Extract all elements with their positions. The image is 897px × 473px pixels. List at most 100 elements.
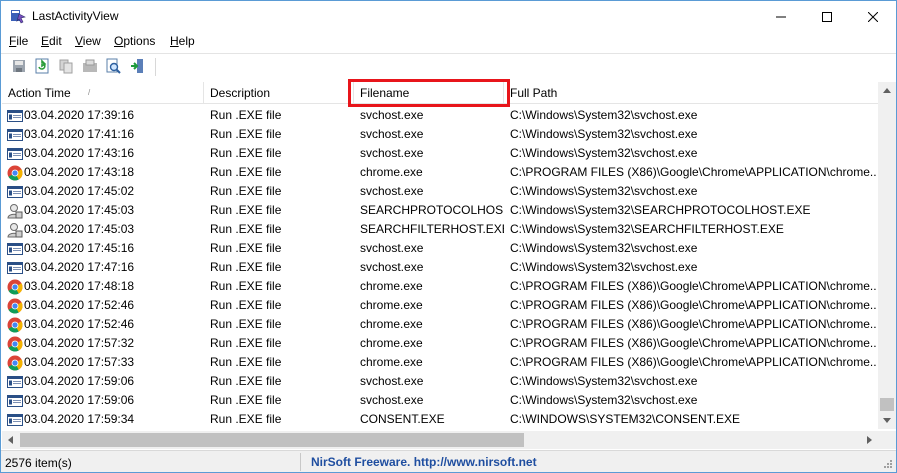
- table-row[interactable]: 03.04.2020 17:39:16 Run .EXE file svchost.…: [2, 106, 878, 125]
- scrollbar-corner: [878, 431, 896, 449]
- copy-icon: [58, 58, 74, 77]
- table-row[interactable]: 03.04.2020 17:43:16 Run .EXE file svchost.…: [2, 144, 878, 163]
- refresh-button[interactable]: [32, 57, 52, 77]
- column-full-path[interactable]: Full Path: [504, 82, 876, 104]
- menu-edit[interactable]: Edit: [41, 34, 62, 48]
- cell-description: Run .EXE file: [210, 108, 282, 122]
- cell-description: Run .EXE file: [210, 412, 282, 426]
- cell-filename: chrome.exe: [360, 279, 423, 293]
- cell-description: Run .EXE file: [210, 241, 282, 255]
- exe-window-icon: [7, 412, 23, 428]
- cell-action-time: 03.04.2020 17:59:06: [24, 393, 135, 407]
- table-row[interactable]: 03.04.2020 17:57:32 Run .EXE file chrome.e…: [2, 334, 878, 353]
- cell-description: Run .EXE file: [210, 279, 282, 293]
- column-description[interactable]: Description: [204, 82, 354, 104]
- cell-description: Run .EXE file: [210, 203, 282, 217]
- cell-full-path: C:\WINDOWS\SYSTEM32\CONSENT.EXE: [510, 412, 741, 426]
- cell-full-path: C:\PROGRAM FILES (X86)\Google\Chrome\APP…: [510, 336, 876, 350]
- table-row[interactable]: 03.04.2020 17:52:46 Run .EXE file chrome.e…: [2, 296, 878, 315]
- cell-filename: chrome.exe: [360, 355, 423, 369]
- title-bar[interactable]: LastActivityView: [1, 1, 896, 32]
- activity-list[interactable]: Action Time / Description Filename Full …: [2, 82, 878, 429]
- exe-window-icon: [7, 184, 23, 200]
- cell-full-path: C:\Windows\System32\SEARCHPROTOCOLHOST.E…: [510, 203, 811, 217]
- cell-description: Run .EXE file: [210, 165, 282, 179]
- resize-grip-icon[interactable]: [881, 459, 893, 471]
- cell-description: Run .EXE file: [210, 222, 282, 236]
- cell-filename: svchost.exe: [360, 393, 424, 407]
- properties-button[interactable]: [80, 57, 100, 77]
- app-icon: [10, 8, 26, 24]
- cell-full-path: C:\PROGRAM FILES (X86)\Google\Chrome\APP…: [510, 279, 876, 293]
- table-row[interactable]: 03.04.2020 17:52:46 Run .EXE file chrome.e…: [2, 315, 878, 334]
- horizontal-scrollbar[interactable]: [2, 431, 878, 449]
- cell-description: Run .EXE file: [210, 298, 282, 312]
- cell-full-path: C:\PROGRAM FILES (X86)\Google\Chrome\APP…: [510, 298, 876, 312]
- cell-description: Run .EXE file: [210, 355, 282, 369]
- table-row[interactable]: 03.04.2020 17:59:34 Run .EXE file CONSENT.…: [2, 410, 878, 429]
- menu-options[interactable]: Options: [114, 34, 155, 48]
- save-button[interactable]: [9, 57, 29, 77]
- cell-action-time: 03.04.2020 17:52:46: [24, 317, 135, 331]
- scroll-left-button[interactable]: [2, 431, 19, 449]
- cell-full-path: C:\Windows\System32\svchost.exe: [510, 146, 698, 160]
- table-row[interactable]: 03.04.2020 17:59:06 Run .EXE file svchost.…: [2, 372, 878, 391]
- exe-window-icon: [7, 374, 23, 390]
- exit-icon: [129, 58, 145, 77]
- table-row[interactable]: 03.04.2020 17:47:16 Run .EXE file svchost.…: [2, 258, 878, 277]
- horizontal-scroll-thumb[interactable]: [20, 433, 524, 447]
- menu-file[interactable]: File: [9, 34, 28, 48]
- exe-window-icon: [7, 260, 23, 276]
- scroll-right-button[interactable]: [861, 431, 878, 449]
- cell-action-time: 03.04.2020 17:45:03: [24, 222, 135, 236]
- vertical-scrollbar[interactable]: [878, 82, 896, 429]
- table-row[interactable]: 03.04.2020 17:45:03 Run .EXE file SEARCHFI…: [2, 220, 878, 239]
- cell-filename: svchost.exe: [360, 127, 424, 141]
- cell-filename: svchost.exe: [360, 108, 424, 122]
- column-action-time[interactable]: Action Time /: [2, 82, 204, 104]
- table-row[interactable]: 03.04.2020 17:41:16 Run .EXE file svchost.…: [2, 125, 878, 144]
- menu-help[interactable]: Help: [170, 34, 195, 48]
- vertical-scroll-thumb[interactable]: [880, 398, 894, 411]
- table-row[interactable]: 03.04.2020 17:45:16 Run .EXE file svchost.…: [2, 239, 878, 258]
- exe-window-icon: [7, 393, 23, 409]
- exe-window-icon: [7, 127, 23, 143]
- table-row[interactable]: 03.04.2020 17:59:06 Run .EXE file svchost.…: [2, 391, 878, 410]
- search-user-icon: [7, 203, 23, 219]
- column-filename[interactable]: Filename: [354, 82, 504, 104]
- exit-button[interactable]: [127, 57, 147, 77]
- exe-window-icon: [7, 241, 23, 257]
- cell-action-time: 03.04.2020 17:39:16: [24, 108, 135, 122]
- cell-filename: svchost.exe: [360, 184, 424, 198]
- table-row[interactable]: 03.04.2020 17:45:03 Run .EXE file SEARCHPR…: [2, 201, 878, 220]
- window-title: LastActivityView: [32, 9, 119, 23]
- scroll-down-button[interactable]: [878, 412, 896, 429]
- nirsoft-link[interactable]: NirSoft Freeware. http://www.nirsoft.net: [311, 455, 537, 469]
- refresh-icon: [34, 58, 50, 77]
- copy-button[interactable]: [56, 57, 76, 77]
- table-row[interactable]: 03.04.2020 17:45:02 Run .EXE file svchost.…: [2, 182, 878, 201]
- search-user-icon: [7, 222, 23, 238]
- table-row[interactable]: 03.04.2020 17:57:33 Run .EXE file chrome.e…: [2, 353, 878, 372]
- minimize-button[interactable]: [758, 1, 804, 32]
- close-button[interactable]: [850, 1, 896, 32]
- cell-action-time: 03.04.2020 17:45:03: [24, 203, 135, 217]
- scroll-up-button[interactable]: [878, 82, 896, 99]
- properties-icon: [82, 58, 98, 77]
- menu-view[interactable]: View: [75, 34, 101, 48]
- maximize-button[interactable]: [804, 1, 850, 32]
- cell-action-time: 03.04.2020 17:48:18: [24, 279, 135, 293]
- table-row[interactable]: 03.04.2020 17:48:18 Run .EXE file chrome.e…: [2, 277, 878, 296]
- table-row[interactable]: 03.04.2020 17:43:18 Run .EXE file chrome.e…: [2, 163, 878, 182]
- cell-full-path: C:\Windows\System32\svchost.exe: [510, 108, 698, 122]
- save-icon: [11, 58, 27, 77]
- cell-action-time: 03.04.2020 17:57:32: [24, 336, 135, 350]
- chrome-icon: [7, 336, 23, 352]
- cell-description: Run .EXE file: [210, 393, 282, 407]
- cell-filename: chrome.exe: [360, 298, 423, 312]
- cell-filename: SEARCHFILTERHOST.EXE: [360, 222, 504, 236]
- menu-bar: File Edit View Options Help: [1, 32, 896, 52]
- cell-full-path: C:\Windows\System32\svchost.exe: [510, 127, 698, 141]
- find-button[interactable]: [103, 57, 123, 77]
- cell-action-time: 03.04.2020 17:57:33: [24, 355, 135, 369]
